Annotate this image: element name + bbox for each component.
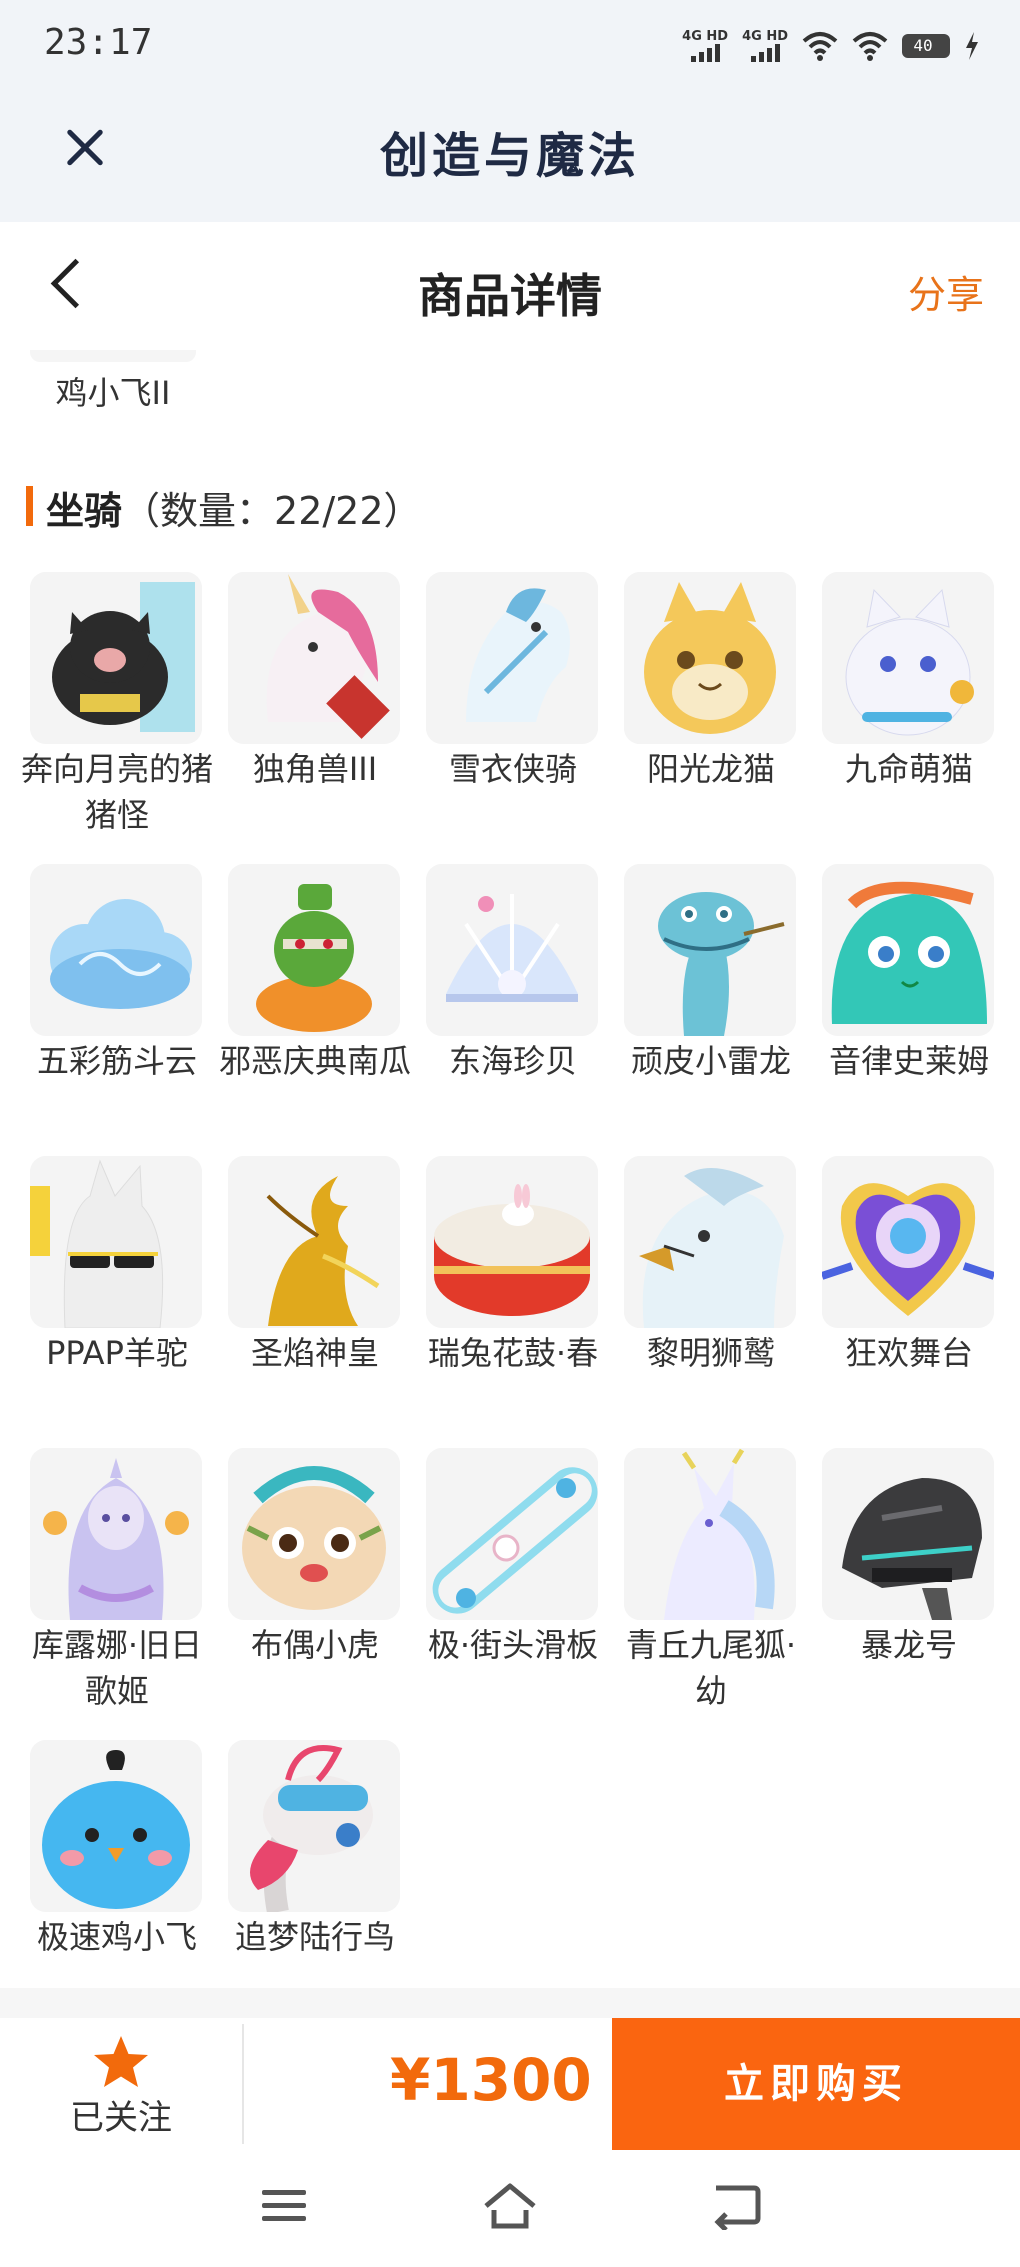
content-bottom-band — [0, 1988, 1020, 2018]
mount-thumbnail[interactable] — [30, 864, 202, 1036]
app-bar: 创造与魔法 — [0, 96, 1020, 222]
mount-thumbnail[interactable] — [822, 1156, 994, 1328]
status-bar: 23:17 4G HD 4G HD 40 — [0, 0, 1020, 96]
mount-thumbnail[interactable] — [426, 1448, 598, 1620]
menu-icon[interactable] — [254, 2180, 314, 2230]
home-icon[interactable] — [480, 2180, 540, 2230]
mount-label: 青丘九尾狐·幼 — [625, 1626, 797, 1710]
follow-label: 已关注 — [70, 2098, 172, 2138]
mount-thumbnail[interactable] — [30, 1448, 202, 1620]
mount-label: 东海珍贝 — [448, 1042, 577, 1080]
mount-label: PPAP羊驼 — [46, 1334, 188, 1372]
battery-icon: 40 — [902, 34, 950, 58]
network-type-label-2: 4G HD — [742, 29, 788, 44]
signal-icon: 4G HD — [682, 30, 728, 62]
mount-label: 五彩筋斗云 — [36, 1042, 197, 1080]
mount-thumbnail[interactable] — [228, 1740, 400, 1912]
section-accent-bar — [26, 486, 33, 526]
mount-label: 狂欢舞台 — [844, 1334, 973, 1372]
system-nav-bar — [0, 2150, 1020, 2267]
share-button[interactable]: 分享 — [908, 264, 984, 319]
mount-thumbnail[interactable] — [30, 572, 202, 744]
charging-icon — [966, 32, 978, 60]
status-icons: 4G HD 4G HD 40 — [682, 24, 980, 68]
mount-label: 奔向月亮的猪猪怪 — [20, 750, 213, 834]
page-title: 商品详情 — [418, 269, 602, 323]
mount-label: 顽皮小雷龙 — [630, 1042, 791, 1080]
mount-label: 圣焰神皇 — [250, 1334, 379, 1372]
mount-label: 雪衣侠骑 — [448, 750, 577, 788]
mount-thumbnail[interactable] — [228, 1448, 400, 1620]
mount-thumbnail[interactable] — [426, 572, 598, 744]
page-header: 商品详情 分享 — [0, 222, 1020, 352]
mount-label: 独角兽III — [252, 750, 378, 788]
mount-label: 九命萌猫 — [844, 750, 973, 788]
mount-thumbnail[interactable] — [624, 572, 796, 744]
battery-level: 40 — [913, 36, 933, 55]
section-title: 坐骑（数量：22/22） — [46, 480, 422, 535]
section-name: 坐骑 — [46, 489, 123, 533]
network-type-label: 4G HD — [682, 29, 729, 44]
bottom-action-bar: 已关注 ¥1300 立即购买 — [0, 2018, 1020, 2150]
mount-label: 极速鸡小飞 — [36, 1918, 197, 1956]
mount-thumbnail[interactable] — [624, 1448, 796, 1620]
previous-item-label: 鸡小飞II — [55, 374, 171, 412]
mount-label: 邪恶庆典南瓜 — [218, 1042, 411, 1080]
mount-thumbnail[interactable] — [822, 1448, 994, 1620]
mount-label: 阳光龙猫 — [646, 750, 775, 788]
signal-icon-2: 4G HD — [742, 30, 788, 62]
mount-thumbnail[interactable] — [228, 572, 400, 744]
mount-label: 追梦陆行鸟 — [234, 1918, 395, 1956]
mount-label: 瑞兔花鼓·春 — [427, 1334, 599, 1372]
mount-label: 极·街头滑板 — [427, 1626, 599, 1664]
previous-item-thumbnail[interactable] — [30, 350, 196, 362]
mount-thumbnail[interactable] — [228, 1156, 400, 1328]
app-title: 创造与魔法 — [379, 128, 640, 184]
mount-thumbnail[interactable] — [426, 864, 598, 1036]
star-icon — [94, 2036, 148, 2087]
section-count: （数量：22/22） — [122, 489, 422, 533]
wifi-plus-icon — [802, 32, 838, 61]
mount-thumbnail[interactable] — [822, 572, 994, 744]
status-time: 23:17 — [44, 22, 153, 63]
buy-now-button[interactable]: 立即购买 — [612, 2018, 1020, 2150]
mount-label: 库露娜·旧日歌姬 — [31, 1626, 203, 1710]
mount-label: 音律史莱姆 — [828, 1042, 989, 1080]
mount-thumbnail[interactable] — [30, 1740, 202, 1912]
back-icon[interactable] — [706, 2180, 766, 2230]
mount-thumbnail[interactable] — [822, 864, 994, 1036]
price-label: ¥1300 — [390, 2046, 592, 2114]
mount-thumbnail[interactable] — [228, 864, 400, 1036]
mount-thumbnail[interactable] — [624, 864, 796, 1036]
follow-button[interactable]: 已关注 — [0, 2018, 242, 2150]
wifi-icon — [852, 32, 888, 61]
mount-thumbnail[interactable] — [426, 1156, 598, 1328]
divider — [242, 2024, 244, 2144]
mount-label: 暴龙号 — [860, 1626, 957, 1664]
mount-label: 黎明狮鹫 — [646, 1334, 775, 1372]
mount-label: 布偶小虎 — [250, 1626, 379, 1664]
mount-thumbnail[interactable] — [30, 1156, 202, 1328]
mount-thumbnail[interactable] — [624, 1156, 796, 1328]
